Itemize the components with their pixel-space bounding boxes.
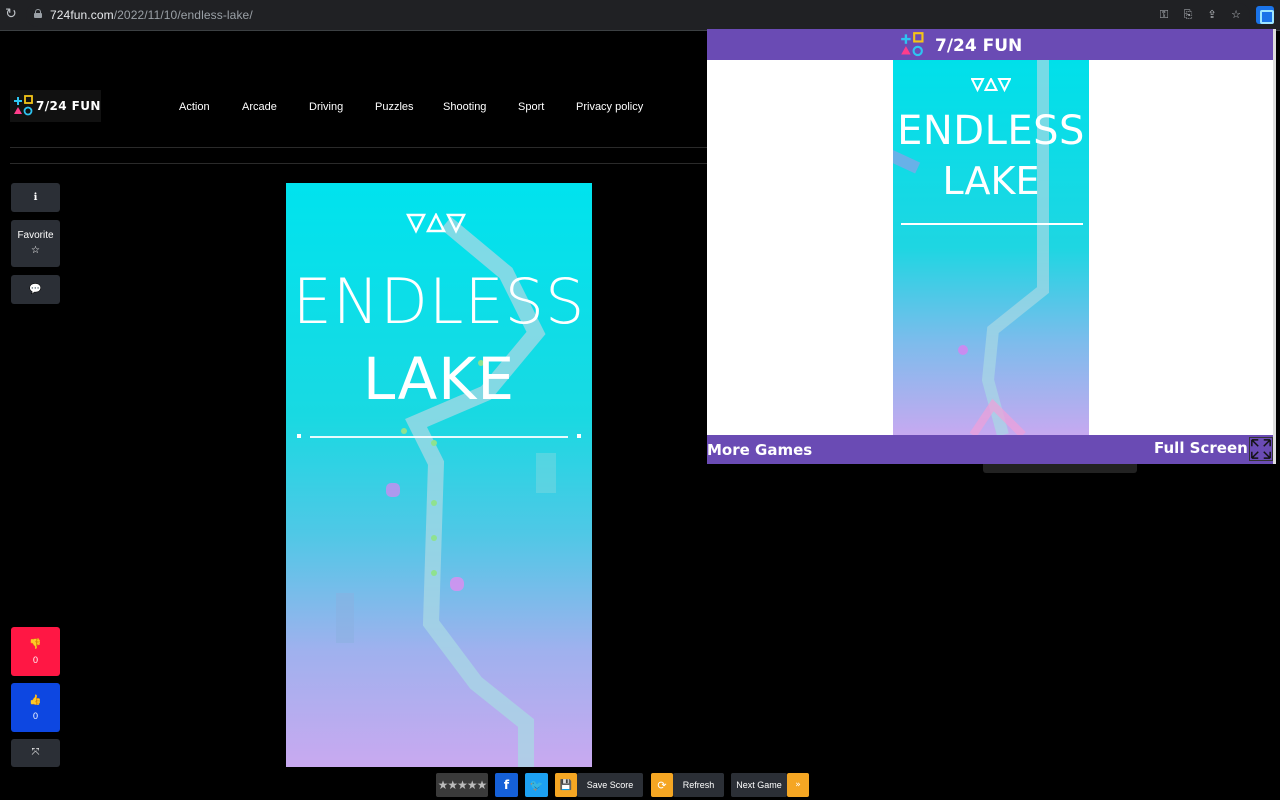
popup-logo-shapes-icon	[901, 32, 924, 57]
header-divider-2	[10, 163, 710, 164]
game-title-line2: LAKE	[362, 345, 515, 413]
extension-icon[interactable]	[1256, 6, 1274, 24]
popup-logo-text[interactable]: 7/24 FUN	[935, 36, 1022, 56]
save-score-button[interactable]: Save Score	[577, 773, 643, 797]
logo-text: 7/24 FUN	[36, 99, 101, 113]
facebook-share-button[interactable]: f	[495, 773, 518, 797]
logo-shapes-icon	[14, 95, 33, 116]
popup-game-title-line1: ENDLESS	[897, 108, 1085, 154]
star-icon: ☆	[31, 245, 40, 256]
popup-game-canvas[interactable]: ENDLESS LAKE	[893, 60, 1089, 435]
chevron-right-icon[interactable]: »	[787, 773, 809, 797]
game-title-line1: ENDLESS	[292, 265, 586, 338]
dislike-button[interactable]: 👎 0	[11, 627, 60, 676]
key-icon[interactable]: ⚿	[1157, 8, 1171, 22]
popup-game-title-line2: LAKE	[942, 159, 1040, 203]
url-path: /2022/11/10/endless-lake/	[113, 8, 253, 22]
nav-shooting[interactable]: Shooting	[443, 101, 486, 113]
like-button[interactable]: 👍 0	[11, 683, 60, 732]
more-games-link[interactable]: More Games	[707, 441, 812, 459]
nav-driving[interactable]: Driving	[309, 101, 343, 113]
popup-header: 7/24 FUN	[707, 29, 1275, 60]
fullscreen-side-button[interactable]: ⤧	[11, 739, 60, 767]
translate-icon[interactable]: ⎘	[1181, 8, 1195, 22]
rating-stars[interactable]: ★★★★★	[436, 773, 488, 797]
popup-scrollbar[interactable]	[1273, 29, 1276, 464]
full-screen-link[interactable]: Full Screen	[1154, 439, 1248, 457]
info-button[interactable]: ℹ	[11, 183, 60, 212]
popup-title-rule	[901, 223, 1083, 225]
rule-dot-left	[297, 434, 301, 438]
expand-icon: ⤧	[31, 747, 40, 758]
game-canvas[interactable]: ENDLESS LAKE	[286, 183, 592, 767]
thumbs-up-icon: 👍	[29, 694, 42, 706]
dislike-count: 0	[32, 654, 38, 665]
url-host: 724fun.com	[50, 8, 114, 22]
popup-player: 7/24 FUN ENDLESS LAKE More Games Full Sc…	[707, 29, 1275, 464]
title-rule	[310, 436, 568, 438]
bookmark-star-icon[interactable]: ☆	[1229, 8, 1243, 22]
like-count: 0	[32, 710, 38, 721]
nav-arcade[interactable]: Arcade	[242, 101, 277, 113]
favorite-button[interactable]: Favorite ☆	[11, 220, 60, 267]
refresh-button[interactable]: Refresh	[673, 773, 724, 797]
favorite-label: Favorite	[17, 230, 54, 241]
share-icon[interactable]: ⇪	[1205, 8, 1219, 22]
nav-sport[interactable]: Sport	[518, 101, 544, 113]
nav-action[interactable]: Action	[179, 101, 210, 113]
thumbs-down-icon: 👎	[29, 638, 42, 650]
reload-icon[interactable]: ↻	[4, 7, 18, 21]
comment-icon: 💬	[29, 283, 42, 295]
next-game-button[interactable]: Next Game	[731, 773, 787, 797]
info-icon: ℹ	[33, 191, 38, 203]
nav-privacy-policy[interactable]: Privacy policy	[576, 101, 643, 113]
popup-shadow-strip	[983, 464, 1137, 473]
nav-puzzles[interactable]: Puzzles	[375, 101, 414, 113]
rule-dot-right	[577, 434, 581, 438]
twitter-share-button[interactable]: 🐦	[525, 773, 548, 797]
refresh-icon[interactable]: ⟳	[651, 773, 673, 797]
twitter-bird-icon: 🐦	[529, 778, 544, 792]
fullscreen-arrows-icon[interactable]	[1249, 437, 1273, 461]
site-logo[interactable]: 7/24 FUN	[10, 90, 101, 122]
save-icon[interactable]: 💾	[555, 773, 577, 797]
lock-icon[interactable]	[34, 9, 42, 18]
game-logo-triangles-icon	[406, 213, 466, 234]
header-divider	[10, 147, 710, 148]
comment-button[interactable]: 💬	[11, 275, 60, 304]
browser-toolbar: ↻ 724fun.com/2022/11/10/endless-lake/ ⚿ …	[0, 0, 1280, 30]
popup-game-logo-triangles-icon	[971, 78, 1011, 93]
popup-footer: More Games Full Screen	[707, 435, 1275, 464]
url-text[interactable]: 724fun.com/2022/11/10/endless-lake/	[50, 8, 253, 22]
